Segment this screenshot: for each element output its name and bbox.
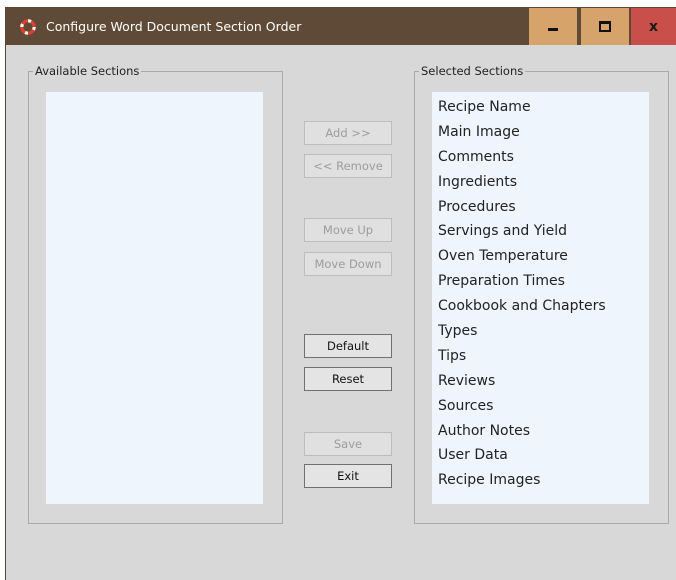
minimize-icon — [548, 28, 558, 31]
maximize-button[interactable] — [581, 8, 629, 45]
selected-section-item[interactable]: Tips — [432, 344, 649, 369]
selected-section-item[interactable]: Procedures — [432, 195, 649, 220]
dialog-window: Configure Word Document Section Order x … — [6, 8, 676, 580]
selected-sections-group: Selected Sections Recipe Name Main Image C… — [414, 64, 669, 524]
minimize-button[interactable] — [529, 8, 577, 45]
selected-section-item[interactable]: Sources — [432, 394, 649, 419]
selected-section-item[interactable]: Types — [432, 319, 649, 344]
move-down-button[interactable]: Move Down — [304, 252, 392, 276]
app-icon — [20, 19, 36, 35]
selected-section-item[interactable]: User Data — [432, 443, 649, 468]
exit-button[interactable]: Exit — [304, 464, 392, 488]
add-button[interactable]: Add >> — [304, 121, 392, 145]
selected-section-item[interactable]: Main Image — [432, 120, 649, 145]
available-sections-group: Available Sections — [28, 64, 283, 524]
selected-section-item[interactable]: Reviews — [432, 369, 649, 394]
selected-sections-label: Selected Sections — [419, 64, 526, 78]
available-sections-label: Available Sections — [33, 64, 142, 78]
move-up-button[interactable]: Move Up — [304, 218, 392, 242]
close-button[interactable]: x — [631, 8, 676, 45]
window-title: Configure Word Document Section Order — [46, 19, 302, 34]
selected-section-item[interactable]: Author Notes — [432, 419, 649, 444]
selected-section-item[interactable]: Recipe Name — [432, 95, 649, 120]
remove-button[interactable]: << Remove — [304, 154, 392, 178]
selected-section-item[interactable]: Preparation Times — [432, 269, 649, 294]
default-button[interactable]: Default — [304, 334, 392, 358]
reset-button[interactable]: Reset — [304, 367, 392, 391]
maximize-icon — [599, 21, 611, 32]
selected-section-item[interactable]: Oven Temperature — [432, 244, 649, 269]
selected-section-item[interactable]: Cookbook and Chapters — [432, 294, 649, 319]
save-button[interactable]: Save — [304, 432, 392, 456]
selected-section-item[interactable]: Servings and Yield — [432, 219, 649, 244]
selected-sections-list[interactable]: Recipe Name Main Image Comments Ingredients… — [432, 92, 649, 504]
selected-section-item[interactable]: Recipe Images — [432, 468, 649, 493]
title-bar[interactable]: Configure Word Document Section Order x — [6, 8, 676, 45]
available-sections-list[interactable] — [46, 92, 263, 504]
selected-section-item[interactable]: Ingredients — [432, 170, 649, 195]
selected-section-item[interactable]: Comments — [432, 145, 649, 170]
close-icon: x — [648, 18, 659, 35]
